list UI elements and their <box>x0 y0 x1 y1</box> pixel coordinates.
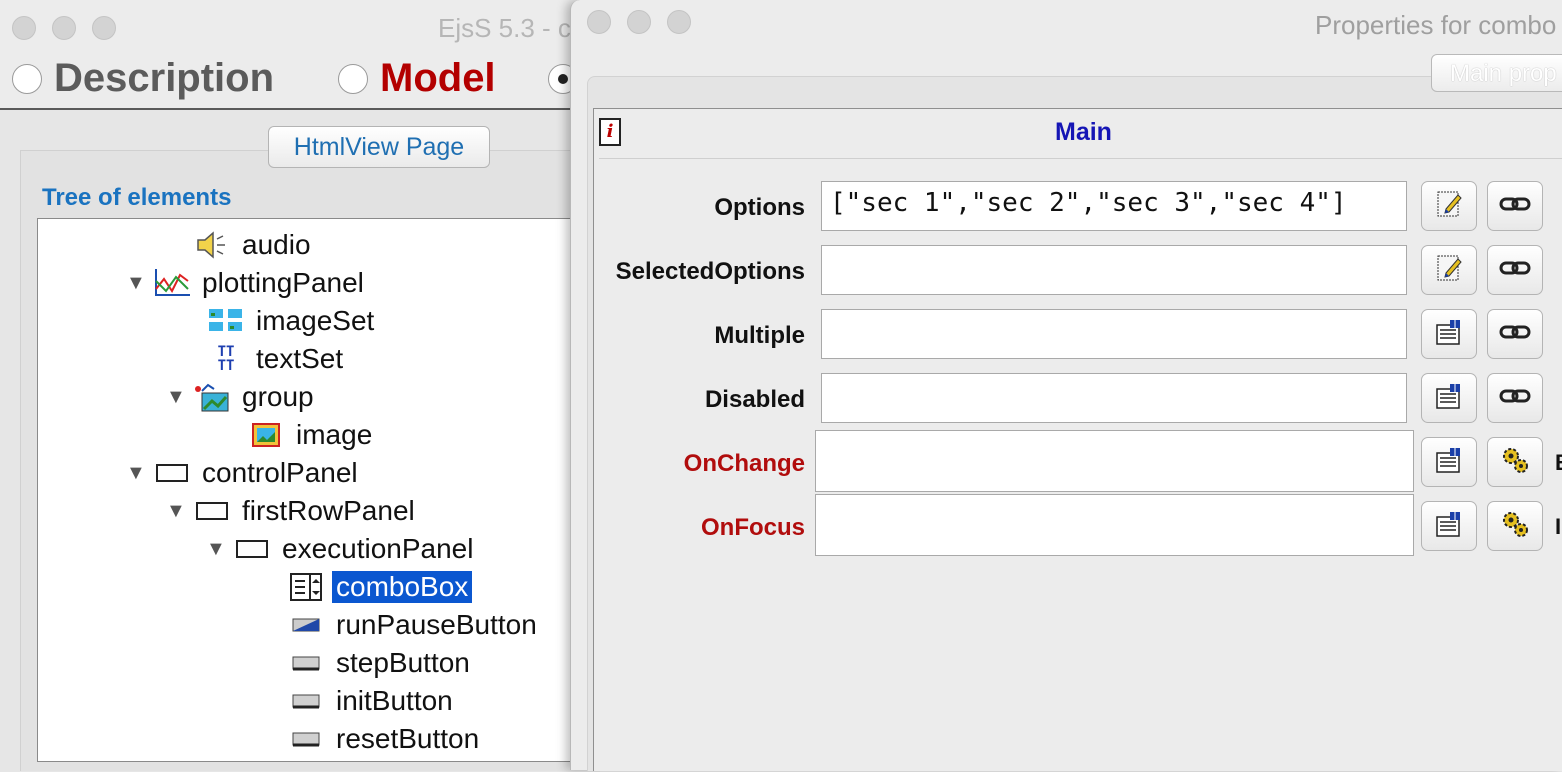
chain-link-icon <box>1498 386 1532 411</box>
tree-item-runpausebutton[interactable]: runPauseButton <box>260 607 541 643</box>
expand-triangle-icon[interactable]: ▼ <box>126 272 152 295</box>
edit-code-button[interactable] <box>1487 501 1543 551</box>
truncated-label: I <box>1555 514 1562 539</box>
choose-value-button[interactable] <box>1421 501 1477 551</box>
value-list-icon <box>1434 317 1464 352</box>
value-list-icon <box>1434 509 1464 544</box>
onfocus-label: OnFocus <box>700 514 805 541</box>
model-label[interactable]: Model <box>380 56 496 101</box>
minimize-window-button[interactable] <box>52 16 76 40</box>
image-icon <box>246 419 286 451</box>
disabled-label: Disabled <box>704 386 805 413</box>
link-variable-button[interactable] <box>1487 245 1543 295</box>
chain-link-icon <box>1498 194 1532 219</box>
selectedoptions-label: SelectedOptions <box>615 258 805 285</box>
tab-main-properties[interactable]: Main prop <box>1431 54 1562 92</box>
tree-item-imageset[interactable]: imageSet <box>180 303 378 339</box>
button-icon <box>286 685 326 717</box>
multiple-label: Multiple <box>714 322 805 349</box>
value-list-icon <box>1434 445 1464 480</box>
gears-icon <box>1499 444 1531 481</box>
tree-item-executionpanel[interactable]: ▼ executionPanel <box>206 531 477 567</box>
expand-triangle-icon[interactable]: ▼ <box>166 386 192 409</box>
value-list-icon <box>1434 381 1464 416</box>
section-title: Main <box>1055 118 1112 146</box>
onchange-label: OnChange <box>683 450 805 477</box>
properties-window: Properties for combo Main prop i Main Op… <box>570 0 1562 771</box>
edit-value-button[interactable] <box>1421 245 1477 295</box>
truncated-label: B <box>1555 450 1562 476</box>
expand-triangle-icon[interactable]: ▼ <box>126 462 152 485</box>
close-window-button[interactable] <box>12 16 36 40</box>
zoom-window-button[interactable] <box>92 16 116 40</box>
choose-value-button[interactable] <box>1421 437 1477 487</box>
choose-value-button[interactable] <box>1421 309 1477 359</box>
model-radio[interactable] <box>338 64 368 94</box>
tree-item-textset[interactable]: TT TT textSet <box>180 341 347 377</box>
two-state-button-icon <box>286 609 326 641</box>
description-radio[interactable] <box>12 64 42 94</box>
combo-box-icon <box>286 571 326 603</box>
button-icon <box>286 647 326 679</box>
element-tree[interactable]: audio ▼ plottingPanel imageSet TT TT text… <box>37 218 602 762</box>
plotting-panel-icon <box>152 267 192 299</box>
edit-pencil-icon <box>1434 189 1464 224</box>
tree-item-group[interactable]: ▼ group <box>166 379 318 415</box>
choose-value-button[interactable] <box>1421 373 1477 423</box>
tree-item-stepbutton[interactable]: stepButton <box>260 645 474 681</box>
tree-item-plottingpanel[interactable]: ▼ plottingPanel <box>126 265 368 301</box>
multiple-field[interactable] <box>821 309 1407 359</box>
tree-item-audio[interactable]: audio <box>166 227 315 263</box>
tree-item-initbutton[interactable]: initButton <box>260 683 457 719</box>
gears-icon <box>1499 508 1531 545</box>
panel-icon <box>152 457 192 489</box>
button-icon <box>286 723 326 755</box>
selectedoptions-field[interactable] <box>821 245 1407 295</box>
tree-item-resetbutton[interactable]: resetButton <box>260 721 483 757</box>
minimize-window-button[interactable] <box>627 10 651 34</box>
close-window-button[interactable] <box>587 10 611 34</box>
text-set-icon: TT TT <box>217 344 235 374</box>
edit-pencil-icon <box>1434 253 1464 288</box>
group-icon <box>192 381 232 413</box>
tree-item-image[interactable]: image <box>220 417 376 453</box>
edit-code-button[interactable] <box>1487 437 1543 487</box>
zoom-window-button[interactable] <box>667 10 691 34</box>
options-field[interactable]: ["sec 1","sec 2","sec 3","sec 4"] <box>821 181 1407 231</box>
expand-triangle-icon[interactable]: ▼ <box>166 500 192 523</box>
htmlview-page-tab[interactable]: HtmlView Page <box>268 126 490 168</box>
description-label[interactable]: Description <box>54 56 274 101</box>
link-variable-button[interactable] <box>1487 373 1543 423</box>
chain-link-icon <box>1498 258 1532 283</box>
link-variable-button[interactable] <box>1487 181 1543 231</box>
expand-triangle-icon[interactable]: ▼ <box>206 538 232 561</box>
ejss-title-bar: EjsS 5.3 - c <box>0 0 600 54</box>
window-title: Properties for combo <box>1315 10 1557 40</box>
disabled-field[interactable] <box>821 373 1407 423</box>
panel-icon <box>192 495 232 527</box>
tree-heading: Tree of elements <box>42 184 232 211</box>
tree-item-controlpanel[interactable]: ▼ controlPanel <box>126 455 362 491</box>
audio-icon <box>192 229 232 261</box>
image-set-icon <box>206 305 246 337</box>
options-label: Options <box>714 194 805 221</box>
tree-item-firstrowpanel[interactable]: ▼ firstRowPanel <box>166 493 419 529</box>
chain-link-icon <box>1498 322 1532 347</box>
window-title: EjsS 5.3 - c <box>438 13 571 43</box>
onfocus-field[interactable] <box>815 494 1414 556</box>
onchange-field[interactable] <box>815 430 1414 492</box>
ejss-editor-window: EjsS 5.3 - c Description Model HtmlView … <box>0 0 602 772</box>
tree-item-combobox[interactable]: comboBox <box>260 569 473 605</box>
edit-value-button[interactable] <box>1421 181 1477 231</box>
radio-selected-dot <box>558 74 568 84</box>
panel-icon <box>232 533 272 565</box>
link-variable-button[interactable] <box>1487 309 1543 359</box>
info-icon[interactable]: i <box>599 118 621 146</box>
